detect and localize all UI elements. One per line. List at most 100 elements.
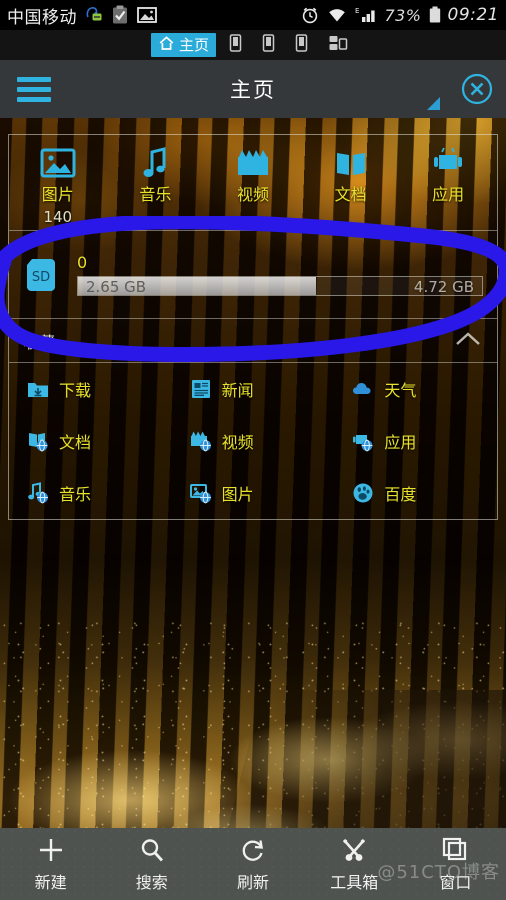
tab-device-1[interactable] [222, 33, 249, 57]
toolbar-label: 新建 [34, 872, 67, 892]
music-globe-icon [27, 482, 49, 504]
document-book-icon [334, 144, 368, 178]
favorites-header[interactable]: 收藏 [9, 319, 497, 363]
favorite-label: 百度 [384, 485, 417, 504]
toolbar-label: 刷新 [237, 872, 270, 892]
storage-used-label: 2.65 GB [86, 278, 147, 296]
category-documents[interactable]: 文档 [302, 135, 400, 230]
toolbar-new-button[interactable]: 新建 [0, 836, 101, 893]
category-count: 140 [43, 208, 73, 226]
tab-home[interactable]: 主页 [150, 33, 216, 57]
baidu-paw-icon [352, 482, 374, 504]
favorite-label: 应用 [384, 433, 417, 452]
app-globe-icon [352, 430, 374, 452]
battery-icon [428, 5, 442, 25]
video-clapper-icon [236, 144, 270, 178]
favorite-label: 下载 [59, 381, 92, 400]
checklist-icon [111, 5, 129, 25]
favorite-apps[interactable]: 应用 [334, 415, 497, 467]
category-music[interactable]: 音乐 [107, 135, 205, 230]
android-status-bar: 中国移动 E 73% 09:21 [0, 0, 506, 30]
image-globe-icon [189, 482, 212, 504]
toolbar-refresh-button[interactable]: 刷新 [202, 836, 303, 893]
carrier-label: 中国移动 [7, 7, 77, 28]
favorite-label: 天气 [384, 381, 417, 400]
search-icon [138, 836, 166, 864]
toolbar-toolbox-button[interactable]: 工具箱 [304, 836, 405, 893]
favorites-grid: 下载 新闻 天气 文档 视频 应用 音乐 图片 百度 [9, 363, 497, 519]
storage-free-label: 4.72 GB [413, 278, 474, 296]
device-phone-icon [262, 33, 275, 57]
image-icon [40, 144, 76, 178]
clock-label: 09:21 [447, 5, 499, 25]
tools-icon [340, 836, 368, 864]
music-note-icon [140, 144, 170, 178]
toolbar-label: 工具箱 [330, 872, 379, 892]
toolbar-search-button[interactable]: 搜索 [101, 836, 202, 893]
phone-screen: 中国移动 E 73% 09:21 主页 主页 图片 140 音乐 视频 文档 应… [0, 0, 506, 900]
tab-device-2[interactable] [255, 33, 282, 57]
resize-handle-icon[interactable] [427, 97, 440, 110]
refresh-icon [239, 836, 267, 864]
favorite-label: 音乐 [59, 485, 92, 504]
toolbar-window-button[interactable]: 窗口 [405, 836, 506, 893]
bottom-toolbar: 新建 搜索 刷新 工具箱 窗口 [0, 828, 506, 900]
toolbar-label: 窗口 [439, 872, 472, 892]
wifi-icon [326, 6, 348, 24]
device-phone-icon [295, 33, 308, 57]
video-globe-icon [190, 430, 212, 452]
close-circle-icon[interactable] [460, 72, 494, 106]
category-apps[interactable]: 应用 [399, 135, 497, 230]
plus-icon [37, 836, 65, 864]
favorite-baidu[interactable]: 百度 [334, 467, 497, 519]
category-row: 图片 140 音乐 视频 文档 应用 [9, 135, 497, 231]
home-icon [158, 35, 175, 56]
battery-percent-label: 73% [384, 5, 422, 25]
favorite-video[interactable]: 视频 [172, 415, 335, 467]
windows-stack-icon [441, 836, 469, 864]
signal-e-icon: E [354, 6, 378, 24]
category-label: 文档 [334, 185, 367, 204]
favorite-documents[interactable]: 文档 [9, 415, 172, 467]
cloud-weather-icon [352, 378, 374, 400]
chevron-up-icon[interactable] [453, 330, 483, 352]
alarm-icon [300, 5, 320, 25]
picture-icon [136, 5, 158, 25]
home-panel: 图片 140 音乐 视频 文档 应用 SD 0 2.65 GB 4.72 GB … [8, 134, 498, 520]
favorite-label: 文档 [59, 433, 92, 452]
android-app-icon [433, 144, 463, 178]
tab-network[interactable] [321, 33, 355, 57]
favorite-pictures[interactable]: 图片 [172, 467, 335, 519]
toolbar-label: 搜索 [135, 872, 168, 892]
chat-face-icon [84, 5, 104, 25]
document-globe-icon [27, 430, 49, 452]
svg-text:E: E [355, 7, 359, 15]
category-label: 音乐 [139, 185, 172, 204]
category-label: 视频 [236, 185, 269, 204]
favorites-title: 收藏 [23, 332, 56, 352]
news-list-icon [190, 378, 212, 400]
favorite-music[interactable]: 音乐 [9, 467, 172, 519]
device-phone-icon [229, 33, 242, 57]
svg-text:SD: SD [32, 270, 50, 285]
storage-body: 0 2.65 GB 4.72 GB [77, 253, 483, 296]
tab-device-3[interactable] [288, 33, 315, 57]
app-header-bar: 主页 [0, 60, 506, 118]
favorite-download[interactable]: 下载 [9, 363, 172, 415]
category-label: 图片 [41, 185, 74, 204]
category-pictures[interactable]: 图片 140 [9, 135, 107, 230]
download-folder-icon [27, 378, 49, 400]
tab-home-label: 主页 [178, 35, 209, 54]
storage-row[interactable]: SD 0 2.65 GB 4.72 GB [9, 231, 497, 319]
sd-card-icon: SD [23, 257, 59, 293]
category-label: 应用 [432, 185, 465, 204]
storage-name-label: 0 [77, 253, 88, 272]
storage-progress-bar: 2.65 GB 4.72 GB [77, 276, 483, 296]
favorite-label: 视频 [221, 433, 254, 452]
network-lan-icon [328, 33, 348, 57]
favorite-label: 新闻 [221, 381, 254, 400]
favorite-weather[interactable]: 天气 [334, 363, 497, 415]
category-video[interactable]: 视频 [204, 135, 302, 230]
favorite-label: 图片 [221, 485, 254, 504]
favorite-news[interactable]: 新闻 [172, 363, 335, 415]
